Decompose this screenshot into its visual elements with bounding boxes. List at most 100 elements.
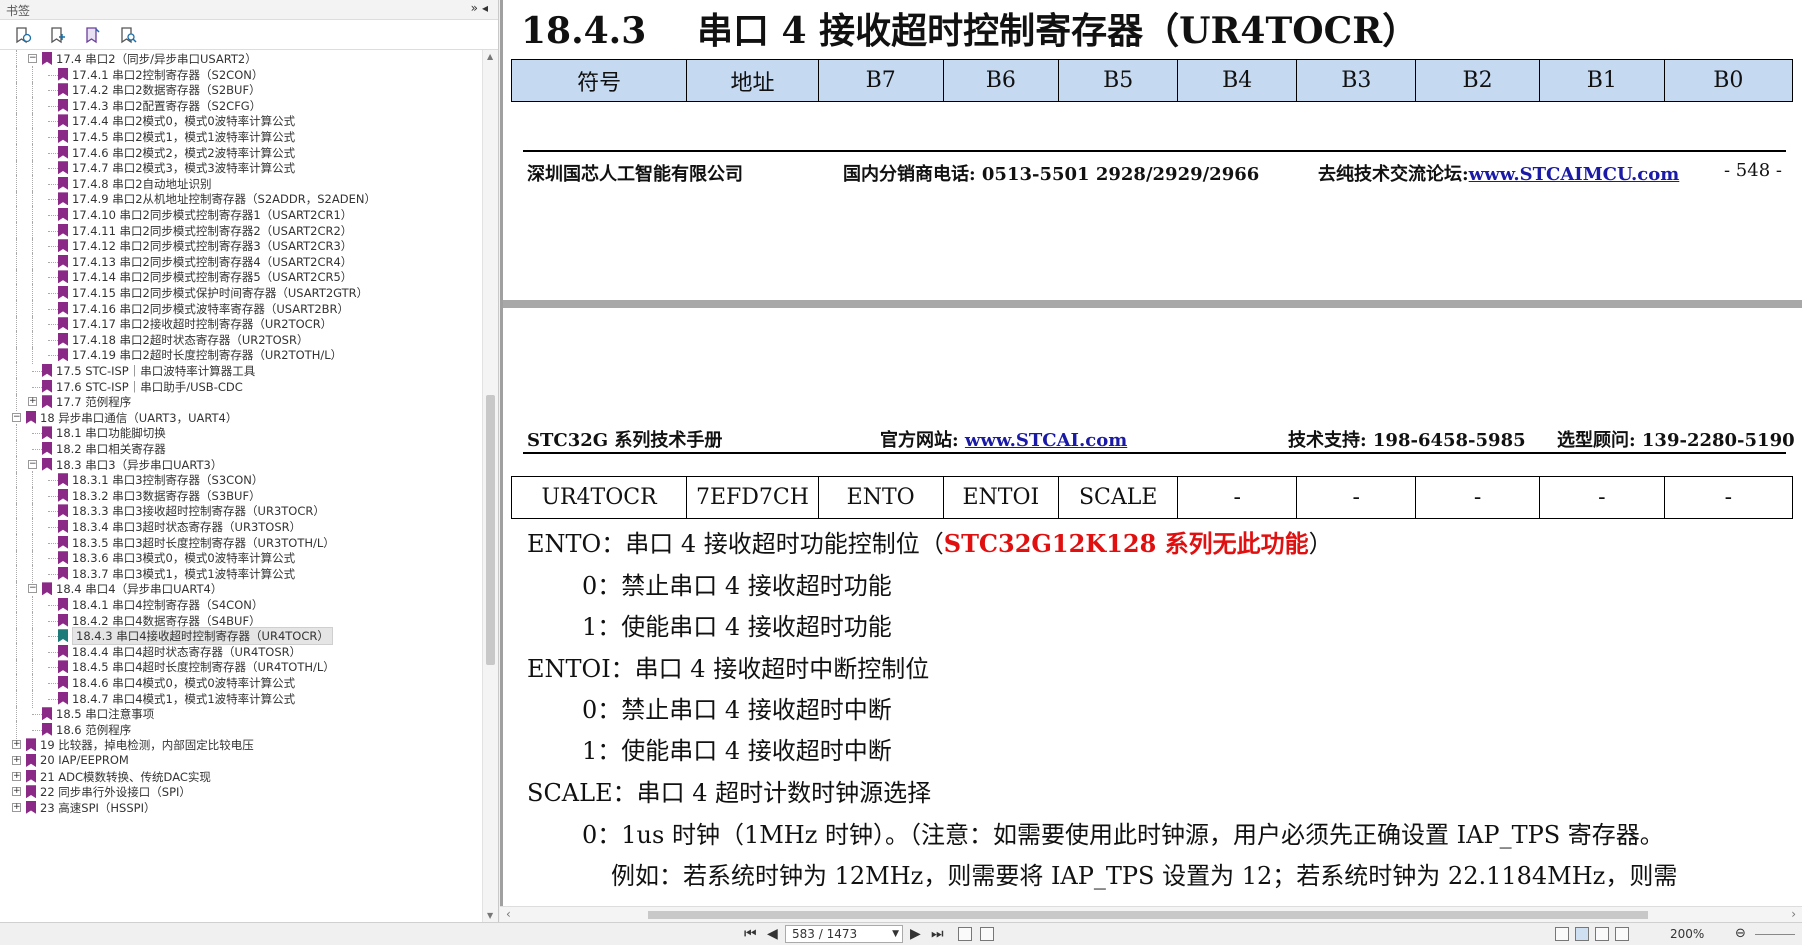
register-header-table: 符号 地址 B7 B6 B5 B4 B3 B2 B1 B0 xyxy=(510,59,1794,102)
horizontal-scrollbar[interactable]: ‹ › xyxy=(500,906,1802,922)
tree-branch-line xyxy=(48,651,58,653)
header-advisor: 选型顾问: 139-2280-5190 xyxy=(1557,430,1795,451)
tree-branch-line xyxy=(48,480,58,482)
tree-branch-line xyxy=(48,605,58,606)
bookmark-icon xyxy=(26,738,36,752)
page-number-input[interactable]: 583 / 1473 ▼ xyxy=(785,925,903,943)
tree-branch-line xyxy=(48,90,58,92)
bookmark-icon xyxy=(58,98,68,112)
bookmark-icon xyxy=(58,348,68,362)
tree-branch-line xyxy=(48,277,58,279)
panel-collapse-button[interactable]: »◂ xyxy=(471,1,492,15)
expand-icon[interactable]: + xyxy=(12,771,21,781)
zoom-level[interactable]: 200% xyxy=(1670,927,1704,941)
add-bookmark-icon[interactable] xyxy=(82,24,104,46)
register-header-cell: B6 xyxy=(942,59,1060,102)
bookmark-label: 17.4.7 串口2模式3，模式3波特率计算公式 xyxy=(72,161,296,176)
bookmark-label: 18.6 范例程序 xyxy=(56,722,132,737)
single-page-view-icon[interactable] xyxy=(1555,927,1569,941)
forward-view-icon[interactable] xyxy=(980,927,994,941)
scale-option-0-continued: 例如：若系统时钟为 12MHz，则需要将 IAP_TPS 设置为 12；若系统时… xyxy=(611,862,1678,890)
previous-page-icon[interactable]: ◀ xyxy=(767,926,778,942)
bookmark-item[interactable]: +23 高速SPI（HSSPI） xyxy=(0,799,482,817)
bookmark-label: 17.4.5 串口2模式1，模式1波特率计算公式 xyxy=(72,130,296,144)
expand-icon[interactable]: + xyxy=(12,740,21,750)
scroll-up-icon[interactable]: ▲ xyxy=(487,52,493,61)
expand-icon[interactable]: + xyxy=(12,802,21,812)
scrollbar-thumb[interactable] xyxy=(486,395,495,665)
expand-icon[interactable]: + xyxy=(12,787,21,797)
bookmark-icon xyxy=(58,613,68,627)
register-value-cell: ENTO xyxy=(817,476,944,519)
horizontal-scrollbar-thumb[interactable] xyxy=(648,911,1648,919)
ento-text: ENTO：串口 4 接收超时功能控制位（ xyxy=(527,530,944,558)
bookmark-icon xyxy=(26,769,36,783)
header-site: 官方网站: www.STCAI.com xyxy=(880,426,1127,452)
tree-branch-line xyxy=(32,714,42,716)
register-value-cell: UR4TOCR xyxy=(510,476,688,519)
collapse-icon[interactable]: − xyxy=(28,584,37,594)
bookmark-label: 18.3.7 串口3模式1，模式1波特率计算公式 xyxy=(72,566,296,581)
bookmark-icon xyxy=(58,176,68,190)
bookmark-label: 17.4.13 串口2同步模式控制寄存器4（USART2CR4） xyxy=(72,254,353,269)
facing-view-icon[interactable] xyxy=(1595,927,1609,941)
document-view: 18.4.3 串口 4 接收超时控制寄存器（UR4TOCR） 符号 地址 B7 B6 B5… xyxy=(500,0,1802,922)
collapse-icon[interactable]: − xyxy=(12,412,21,422)
bookmark-icon xyxy=(58,488,68,502)
bookmark-label: 18.3.5 串口3超时长度控制寄存器（UR3TOTH/L） xyxy=(72,535,335,550)
section-number: 18.4.3 xyxy=(521,10,647,52)
expand-icon[interactable]: + xyxy=(12,756,21,765)
bookmark-icon xyxy=(58,270,68,284)
collapse-icon[interactable]: − xyxy=(28,54,37,63)
tree-branch-line xyxy=(48,542,58,544)
scroll-left-icon[interactable]: ‹ xyxy=(506,907,511,921)
bookmark-icon xyxy=(58,691,68,705)
zoom-slider[interactable] xyxy=(1755,934,1795,935)
register-value-table: UR4TOCR 7EFD7CH ENTO ENTOI SCALE - - - - - xyxy=(510,476,1794,519)
register-value-row: UR4TOCR 7EFD7CH ENTO ENTOI SCALE - - - - - xyxy=(510,476,1794,519)
bookmark-icon xyxy=(58,301,68,315)
continuous-facing-view-icon[interactable] xyxy=(1615,927,1629,941)
bookmark-options-icon[interactable] xyxy=(12,24,34,46)
bookmark-label: 17.4.3 串口2配置寄存器（S2CFG） xyxy=(72,98,262,113)
back-view-icon[interactable] xyxy=(958,927,972,941)
header-manual-title: STC32G 系列技术手册 xyxy=(527,430,723,451)
bookmark-icon xyxy=(26,800,36,814)
entoi-option-1: 1：使能串口 4 接收超时中断 xyxy=(582,737,892,765)
chevron-down-icon[interactable]: ▼ xyxy=(892,926,899,942)
bookmark-label: 17.4.12 串口2同步模式控制寄存器3（USART2CR3） xyxy=(72,239,353,254)
bookmark-icon xyxy=(42,722,52,736)
collapse-icon[interactable]: − xyxy=(28,459,37,469)
next-page-icon[interactable]: ▶ xyxy=(910,926,921,942)
tree-branch-line xyxy=(48,558,58,560)
bookmark-icon xyxy=(26,410,36,424)
continuous-view-icon[interactable] xyxy=(1575,927,1589,941)
bookmark-scrollbar[interactable]: ▲ ▼ xyxy=(482,50,498,922)
tree-branch-line xyxy=(48,74,58,76)
header-support: 技术支持: 198-6458-5985 xyxy=(1288,430,1526,451)
tree-branch-line xyxy=(48,636,58,638)
last-page-icon[interactable]: ⏭ xyxy=(931,926,944,942)
tree-branch-line xyxy=(48,573,58,575)
bookmark-label: 18.3.6 串口3模式0，模式0波特率计算公式 xyxy=(72,551,296,566)
bookmark-icon xyxy=(58,332,68,346)
bookmark-tree: − 17.4 串口2（同步/异步串口USART2） 17.4.1 串口2控制寄存器（… xyxy=(0,50,482,922)
zoom-out-icon[interactable]: ⊖ xyxy=(1735,926,1746,941)
bookmark-icon xyxy=(42,707,52,721)
first-page-icon[interactable]: ⏮ xyxy=(744,926,757,942)
expand-icon[interactable]: + xyxy=(28,397,37,407)
bookmark-panel-header: 书签 »◂ xyxy=(0,0,498,20)
footer-company: 深圳国芯人工智能有限公司 xyxy=(527,164,743,185)
register-header-cell: B3 xyxy=(1296,59,1417,102)
scroll-right-icon[interactable]: › xyxy=(1791,907,1796,921)
bookmark-icon xyxy=(58,239,68,253)
bookmark-icon xyxy=(26,785,36,799)
bookmark-icon xyxy=(42,395,52,409)
bookmark-label: 17.4.19 串口2超时长度控制寄存器（UR2TOTH/L） xyxy=(72,348,343,363)
bookmark-icon xyxy=(58,551,68,565)
scroll-down-icon[interactable]: ▼ xyxy=(487,911,493,920)
site-link[interactable]: www.STCAI.com xyxy=(965,430,1127,451)
expand-bookmark-icon[interactable] xyxy=(47,24,69,46)
forum-link[interactable]: www.STCAIMCU.com xyxy=(1469,164,1680,185)
find-bookmark-icon[interactable] xyxy=(117,24,139,46)
